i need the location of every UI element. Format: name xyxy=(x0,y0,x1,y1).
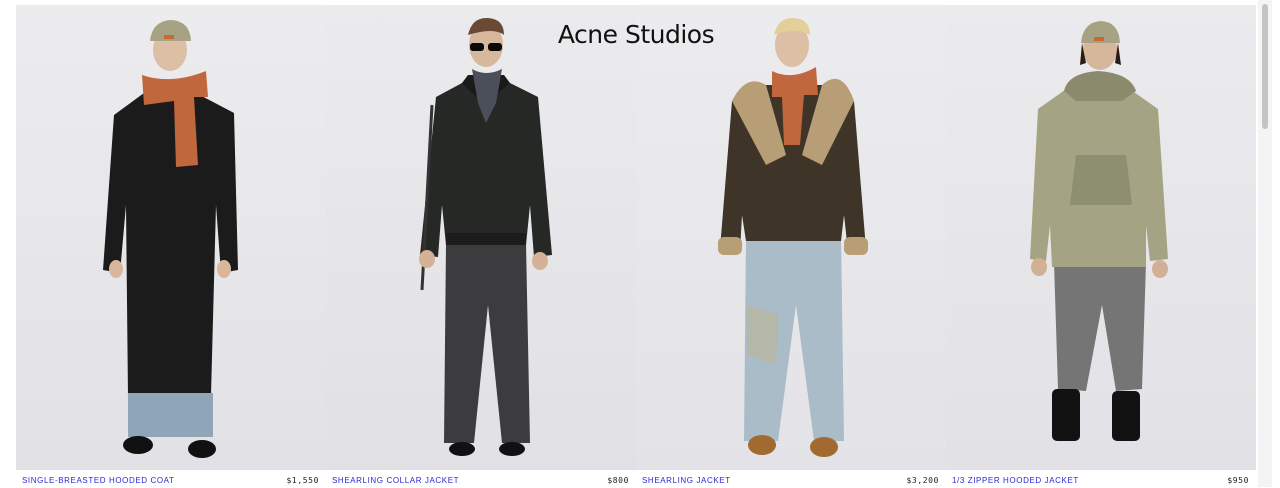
product-caption: SHEARLING COLLAR JACKET $800 xyxy=(326,474,636,488)
product-name-link[interactable]: SHEARLING COLLAR JACKET xyxy=(332,474,459,488)
brand-logo[interactable]: Acne Studios xyxy=(0,20,1272,49)
product-name-link[interactable]: 1/3 ZIPPER HOODED JACKET xyxy=(952,474,1079,488)
product-card[interactable]: SINGLE-BREASTED HOODED COAT $1,550 xyxy=(16,5,326,487)
product-price: $800 xyxy=(607,476,629,485)
product-listing-page: Acne Studios SINGLE-BREASTED HOODED COAT… xyxy=(0,0,1280,487)
product-price: $950 xyxy=(1227,476,1249,485)
product-caption: SINGLE-BREASTED HOODED COAT $1,550 xyxy=(16,474,326,488)
product-image[interactable] xyxy=(636,5,946,470)
product-name-link[interactable]: SHEARLING JACKET xyxy=(642,474,731,488)
product-caption: SHEARLING JACKET $3,200 xyxy=(636,474,946,488)
product-price: $3,200 xyxy=(906,476,939,485)
product-image[interactable] xyxy=(16,5,326,470)
product-image[interactable] xyxy=(326,5,636,470)
product-caption: 1/3 ZIPPER HOODED JACKET $950 xyxy=(946,474,1256,488)
vertical-scrollbar[interactable] xyxy=(1258,0,1272,487)
product-grid: SINGLE-BREASTED HOODED COAT $1,550 SHEAR… xyxy=(16,5,1256,487)
product-name-link[interactable]: SINGLE-BREASTED HOODED COAT xyxy=(22,474,175,488)
product-price: $1,550 xyxy=(286,476,319,485)
product-card[interactable]: 1/3 ZIPPER HOODED JACKET $950 xyxy=(946,5,1256,487)
product-card[interactable]: SHEARLING JACKET $3,200 xyxy=(636,5,946,487)
product-image[interactable] xyxy=(946,5,1256,470)
product-card[interactable]: SHEARLING COLLAR JACKET $800 xyxy=(326,5,636,487)
